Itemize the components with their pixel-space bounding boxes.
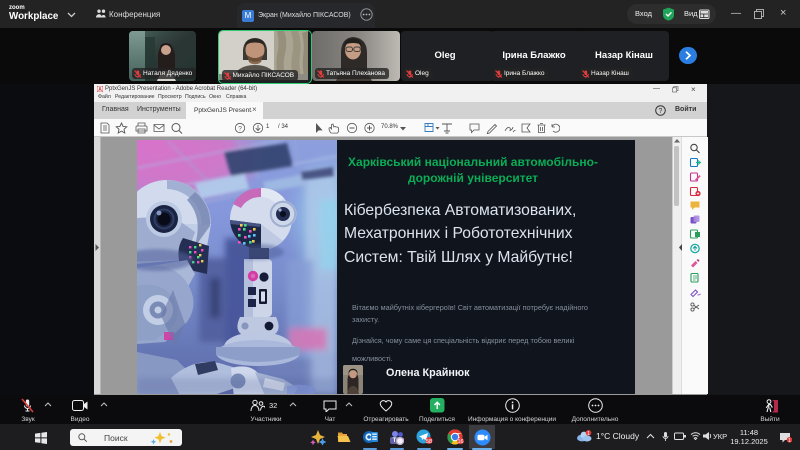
- svg-text:16: 16: [457, 439, 463, 445]
- svg-text:1: 1: [788, 438, 791, 443]
- svg-text:?: ?: [238, 125, 242, 132]
- svg-text:58: 58: [426, 439, 432, 445]
- svg-text:A: A: [98, 87, 102, 92]
- svg-text:T: T: [393, 438, 397, 444]
- svg-text:1: 1: [587, 431, 590, 437]
- svg-text:?: ?: [659, 108, 663, 115]
